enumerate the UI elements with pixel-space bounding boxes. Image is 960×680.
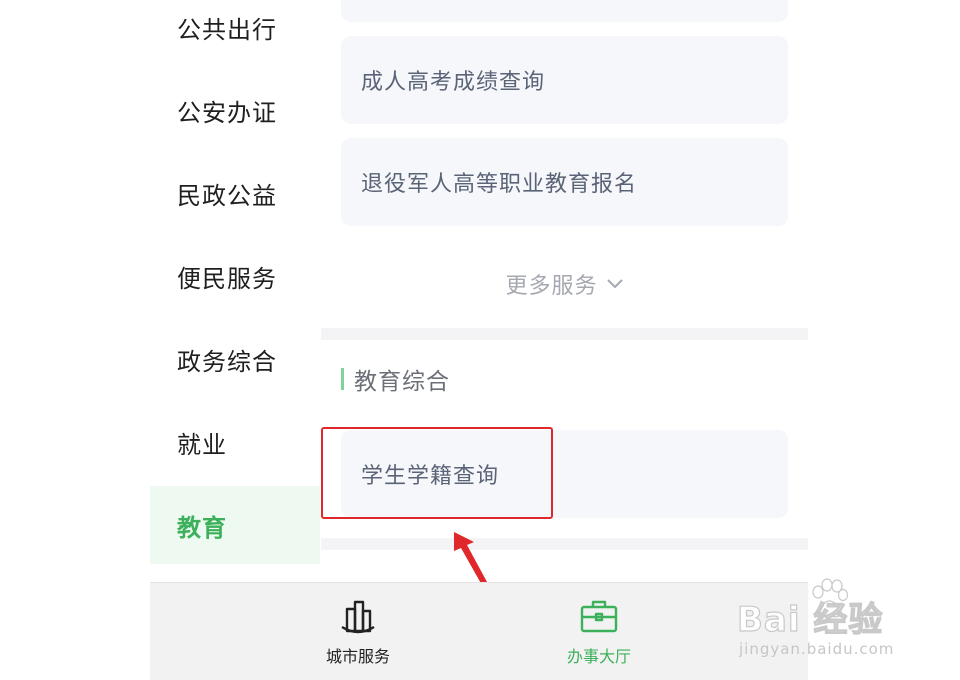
chevron-down-icon [606,279,623,289]
sidebar-item-employment[interactable]: 就业 [150,403,320,481]
sidebar-item-convenience[interactable]: 便民服务 [150,237,320,315]
sidebar-item-label: 教育 [177,513,227,542]
service-card-veteran-enrollment[interactable]: 退役军人高等职业教育报名 [341,138,788,226]
section-divider [321,328,808,340]
sidebar-item-label: 公共出行 [177,15,277,44]
more-services-button[interactable]: 更多服务 [321,262,808,306]
sidebar-item-label: 政务综合 [177,347,277,376]
watermark-url: jingyan.baidu.com [739,640,895,658]
service-card-adult-exam-score[interactable]: 成人高考成绩查询 [341,36,788,124]
city-buildings-icon [341,600,375,634]
tab-label: 办事大厅 [566,647,631,666]
sidebar-item-label: 便民服务 [177,264,277,293]
more-services-label: 更多服务 [505,274,598,299]
sidebar-item-government[interactable]: 政务综合 [150,320,320,398]
category-sidebar: 公共出行 公安办证 民政公益 便民服务 政务综合 就业 教育 [150,0,320,582]
sidebar-item-public-travel[interactable]: 公共出行 [150,0,320,66]
service-card-label: 退役军人高等职业教育报名 [361,172,638,197]
sidebar-item-police-certificates[interactable]: 公安办证 [150,71,320,149]
sidebar-item-label: 民政公益 [177,181,277,210]
briefcase-icon [580,600,618,633]
sidebar-item-label: 公安办证 [177,98,277,127]
tab-city-services[interactable]: 城市服务 [278,583,438,680]
section-divider [321,538,808,550]
section-title-label: 教育综合 [354,369,450,395]
highlight-box [321,427,553,519]
sidebar-item-civil-affairs[interactable]: 民政公益 [150,154,320,232]
baidu-jingyan-watermark: Bai 经验 jingyan.baidu.com [735,578,950,668]
bottom-tab-bar: 城市服务 办事大厅 [150,582,808,680]
tab-label: 城市服务 [325,647,390,666]
service-card-partial[interactable] [341,0,788,22]
tab-service-hall[interactable]: 办事大厅 [519,583,679,680]
service-card-label: 成人高考成绩查询 [361,70,546,95]
watermark-brand: Bai 经验 [736,599,884,640]
sidebar-item-education[interactable]: 教育 [150,486,320,564]
section-title: 教育综合 [341,362,450,396]
section-accent-bar [341,368,344,390]
sidebar-item-label: 就业 [177,430,227,459]
